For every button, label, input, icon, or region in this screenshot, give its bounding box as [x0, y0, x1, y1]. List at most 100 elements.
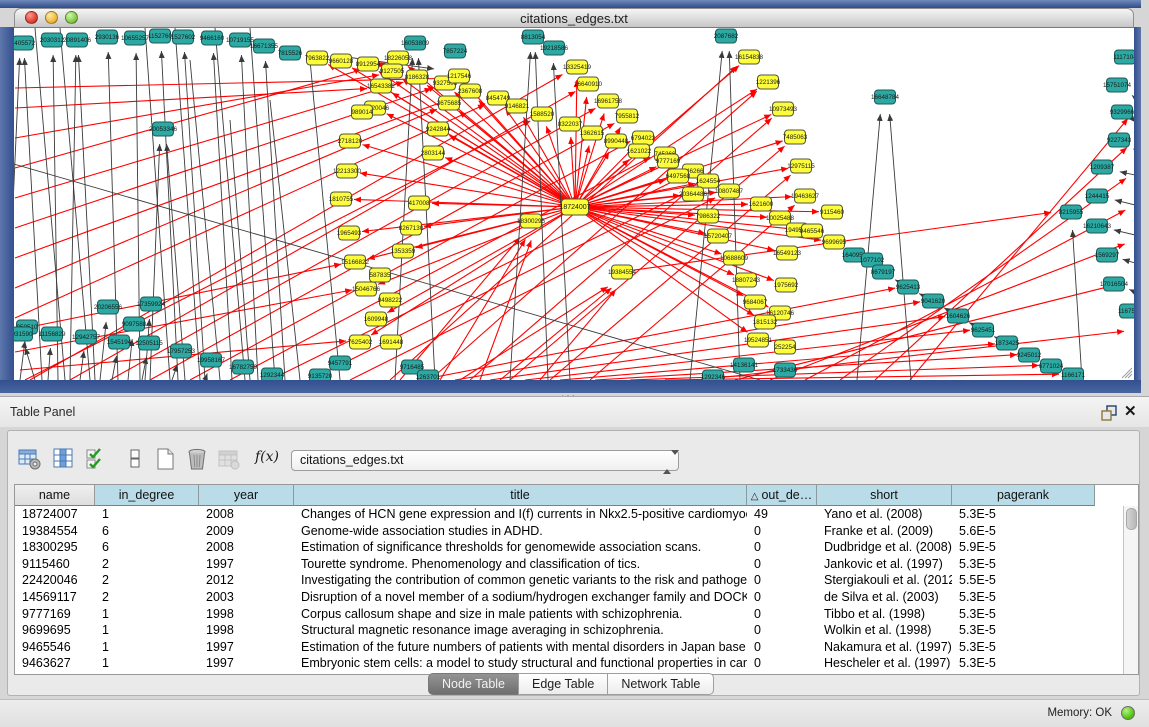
table-row[interactable]: 911546021997Tourette syndrome. Phenomeno…	[15, 556, 1138, 573]
table-cell[interactable]: 9777169	[15, 606, 95, 623]
table-cell[interactable]: 9465546	[15, 639, 95, 656]
row-panel-icon[interactable]	[123, 447, 147, 471]
table-vertical-scrollbar[interactable]	[1123, 506, 1138, 674]
close-panel-icon[interactable]: ✕	[1124, 402, 1137, 420]
scrollbar-thumb[interactable]	[1126, 508, 1137, 530]
table-cell[interactable]: Tibbo et al. (1998)	[817, 606, 952, 623]
table-cell[interactable]: Dudbridge et al. (2008)	[817, 539, 952, 556]
table-cell[interactable]: Embryonic stem cells: a model to study s…	[294, 655, 747, 672]
table-cell[interactable]: Estimation of the future numbers of pati…	[294, 639, 747, 656]
table-cell[interactable]: Disruption of a novel member of a sodium…	[294, 589, 747, 606]
table-cell[interactable]: 0	[747, 589, 817, 606]
table-cell[interactable]: 0	[747, 606, 817, 623]
table-cell[interactable]: Jankovic et al. (1997)	[817, 556, 952, 573]
column-header-pagerank[interactable]: pagerank	[952, 485, 1095, 506]
table-cell[interactable]: 9115460	[15, 556, 95, 573]
table-cell[interactable]: Structural magnetic resonance image aver…	[294, 622, 747, 639]
table-cell[interactable]: 2	[95, 556, 199, 573]
table-row[interactable]: 1456911722003Disruption of a novel membe…	[15, 589, 1138, 606]
table-cell[interactable]: 49	[747, 506, 817, 523]
table-cell[interactable]: 1	[95, 655, 199, 672]
table-cell[interactable]: 0	[747, 639, 817, 656]
table-cell[interactable]: Franke et al. (2009)	[817, 523, 952, 540]
table-cell[interactable]: 1997	[199, 639, 294, 656]
table-cell[interactable]: 5.3E-5	[952, 606, 1095, 623]
new-column-icon[interactable]	[153, 447, 177, 471]
table-cell[interactable]: Genome-wide association studies in ADHD.	[294, 523, 747, 540]
table-cell[interactable]: 0	[747, 622, 817, 639]
table-cell[interactable]: 1997	[199, 556, 294, 573]
table-cell[interactable]: 9463627	[15, 655, 95, 672]
table-cell[interactable]: 2	[95, 589, 199, 606]
table-row[interactable]: 1830029562008Estimation of significance …	[15, 539, 1138, 556]
table-row[interactable]: 969969511998Structural magnetic resonanc…	[15, 622, 1138, 639]
table-cell[interactable]: 0	[747, 523, 817, 540]
tab-network-table[interactable]: Network Table	[607, 673, 714, 695]
table-cell[interactable]: 2	[95, 572, 199, 589]
table-cell[interactable]: 1998	[199, 622, 294, 639]
table-cell[interactable]: 18724007	[15, 506, 95, 523]
table-settings-icon[interactable]	[18, 447, 42, 471]
table-cell[interactable]: 5.3E-5	[952, 639, 1095, 656]
table-row[interactable]: 1872400712008Changes of HCN gene express…	[15, 506, 1138, 523]
table-row[interactable]: 2242004622012Investigating the contribut…	[15, 572, 1138, 589]
table-cell[interactable]: 1997	[199, 655, 294, 672]
table-cell[interactable]: 2008	[199, 506, 294, 523]
delete-column-trash-icon[interactable]	[185, 447, 209, 471]
select-columns-icon[interactable]	[52, 447, 76, 471]
table-row[interactable]: 946554611997Estimation of the future num…	[15, 639, 1138, 656]
table-cell[interactable]: 5.3E-5	[952, 622, 1095, 639]
table-cell[interactable]: Yano et al. (2008)	[817, 506, 952, 523]
function-builder-icon[interactable]: f(x)	[255, 449, 279, 473]
table-row[interactable]: 1938455462009Genome-wide association stu…	[15, 523, 1138, 540]
tab-edge-table[interactable]: Edge Table	[518, 673, 608, 695]
table-cell[interactable]: 1	[95, 622, 199, 639]
table-cell[interactable]: 1	[95, 506, 199, 523]
network-graph-canvas[interactable]: 2405572203031220891406293013610655257115…	[14, 28, 1134, 380]
table-cell[interactable]: Tourette syndrome. Phenomenology and cla…	[294, 556, 747, 573]
table-cell[interactable]: de Silva et al. (2003)	[817, 589, 952, 606]
table-cell[interactable]: Wolkin et al. (1998)	[817, 622, 952, 639]
table-cell[interactable]: 6	[95, 539, 199, 556]
table-cell[interactable]: Nakamura et al. (1997)	[817, 639, 952, 656]
table-cell[interactable]: Investigating the contribution of common…	[294, 572, 747, 589]
float-panel-icon[interactable]	[1101, 405, 1118, 421]
column-header-name[interactable]: name	[15, 485, 95, 506]
table-cell[interactable]: 2008	[199, 539, 294, 556]
table-cell[interactable]: Estimation of significance thresholds fo…	[294, 539, 747, 556]
table-cell[interactable]: 2003	[199, 589, 294, 606]
table-cell[interactable]: 5.3E-5	[952, 506, 1095, 523]
selection-checks-icon[interactable]	[85, 447, 109, 471]
table-cell[interactable]: 6	[95, 523, 199, 540]
table-row[interactable]: 977716911998Corpus callosum shape and si…	[15, 606, 1138, 623]
table-cell[interactable]: 5.3E-5	[952, 556, 1095, 573]
table-cell[interactable]: 5.5E-5	[952, 572, 1095, 589]
table-cell[interactable]: 2009	[199, 523, 294, 540]
table-cell[interactable]: Stergiakouli et al. (2012)	[817, 572, 952, 589]
table-cell[interactable]: 1998	[199, 606, 294, 623]
table-cell[interactable]: 0	[747, 572, 817, 589]
table-cell[interactable]: 0	[747, 539, 817, 556]
table-cell[interactable]: 0	[747, 556, 817, 573]
table-cell[interactable]: Changes of HCN gene expression and I(f) …	[294, 506, 747, 523]
table-cell[interactable]: 1	[95, 639, 199, 656]
table-cell[interactable]: 5.6E-5	[952, 523, 1095, 540]
table-cell[interactable]: 9699695	[15, 622, 95, 639]
tab-node-table[interactable]: Node Table	[428, 673, 519, 695]
table-cell[interactable]: 22420046	[15, 572, 95, 589]
table-cell[interactable]: 18300295	[15, 539, 95, 556]
table-cell[interactable]: 19384554	[15, 523, 95, 540]
column-header-title[interactable]: title	[294, 485, 747, 506]
table-cell[interactable]: 0	[747, 655, 817, 672]
table-cell[interactable]: 1	[95, 606, 199, 623]
table-row[interactable]: 946362711997Embryonic stem cells: a mode…	[15, 655, 1138, 672]
column-header-in_degree[interactable]: in_degree	[95, 485, 199, 506]
table-cell[interactable]: 5.3E-5	[952, 655, 1095, 672]
column-header-short[interactable]: short	[817, 485, 952, 506]
column-header-out_de[interactable]: △out_de…	[747, 485, 817, 506]
table-cell[interactable]: 14569117	[15, 589, 95, 606]
table-cell[interactable]: Corpus callosum shape and size in male p…	[294, 606, 747, 623]
table-cell[interactable]: 5.9E-5	[952, 539, 1095, 556]
table-cell[interactable]: 5.3E-5	[952, 589, 1095, 606]
table-cell[interactable]: 2012	[199, 572, 294, 589]
